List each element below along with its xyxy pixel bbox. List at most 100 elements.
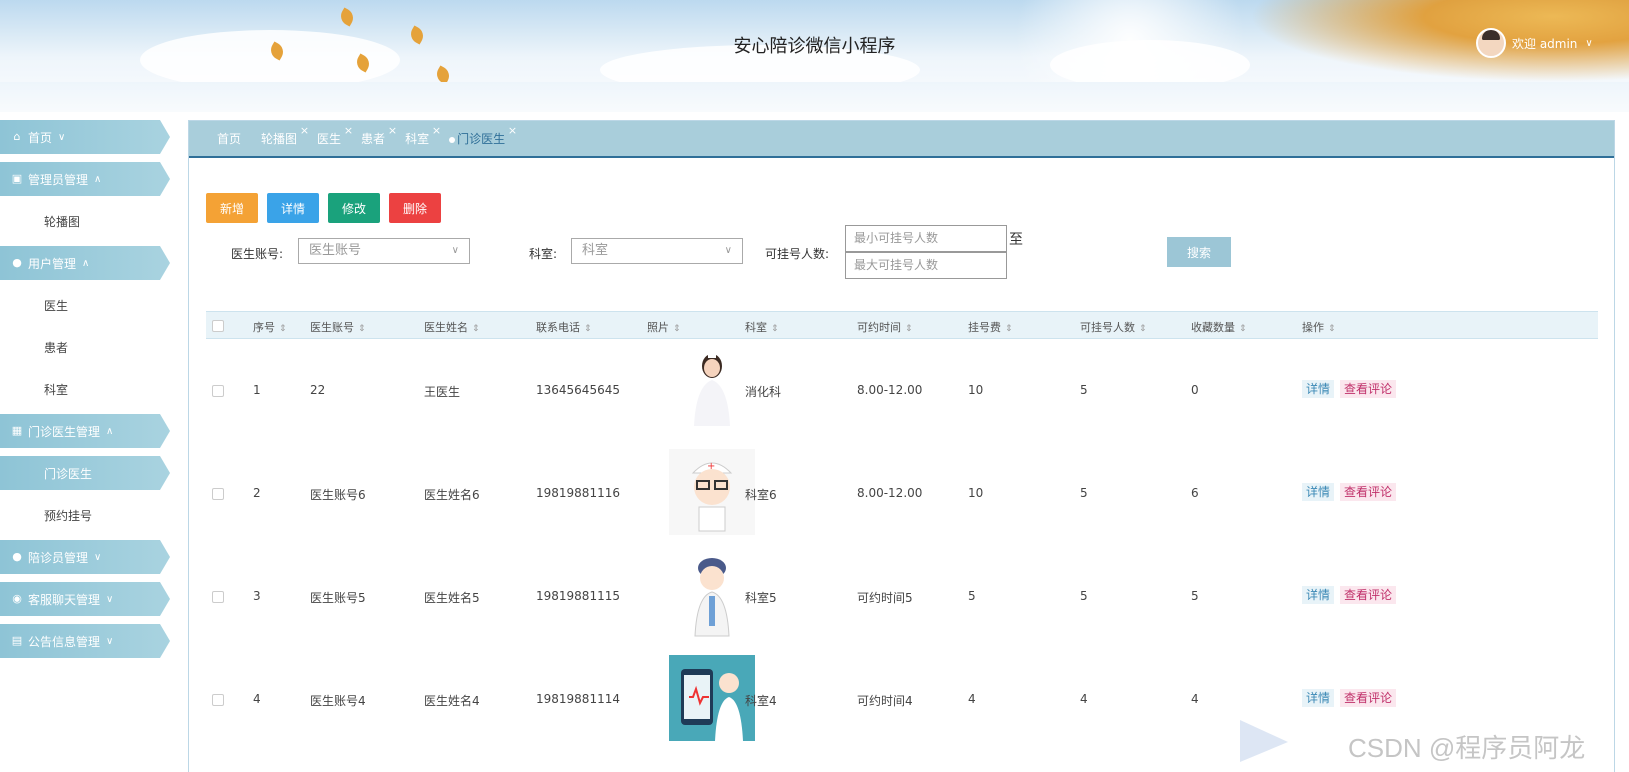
- tab-2[interactable]: 医生 ×: [317, 124, 353, 147]
- range-to-label: 至: [1009, 232, 1023, 248]
- cell-dept: 科室5: [745, 591, 777, 605]
- sidebar-menu-label: 门诊医生管理: [28, 424, 101, 439]
- tab-0[interactable]: 首页: [217, 130, 241, 147]
- sidebar-menu-11[interactable]: ◉ 客服聊天管理 ∨: [0, 582, 170, 616]
- row-comment-button[interactable]: 查看评论: [1340, 689, 1397, 707]
- sidebar-menu-0[interactable]: ⌂ 首页 ∨: [0, 120, 170, 154]
- edit-button[interactable]: 修改: [328, 193, 380, 223]
- table-row[interactable]: 3 医生账号5 医生姓名5 19819881115 科室5 可约时间5 5 5 5 详情 查看评论: [206, 545, 1598, 648]
- sort-icon[interactable]: ⇕: [1139, 324, 1147, 334]
- chevron-up-icon: ∧: [82, 257, 90, 269]
- column-header[interactable]: 序号 ⇕: [253, 319, 287, 335]
- row-comment-button[interactable]: 查看评论: [1340, 380, 1397, 398]
- chevron-up-icon: ∧: [106, 425, 114, 437]
- sidebar-menu-label: 用户管理: [28, 256, 77, 271]
- cell-time: 可约时间4: [857, 694, 913, 708]
- sidebar-item-5[interactable]: 患者: [0, 330, 172, 364]
- chevron-down-icon: ∨: [1585, 37, 1593, 49]
- select-all-checkbox[interactable]: [212, 320, 224, 332]
- sort-icon[interactable]: ⇕: [673, 324, 681, 334]
- row-checkbox[interactable]: [212, 591, 224, 603]
- close-icon[interactable]: ×: [508, 124, 517, 137]
- sidebar-menu-12[interactable]: ▤ 公告信息管理 ∨: [0, 624, 170, 658]
- chevron-down-icon: ∨: [451, 245, 459, 256]
- sidebar-item-8[interactable]: 门诊医生: [0, 456, 170, 490]
- sort-icon[interactable]: ⇕: [1239, 324, 1247, 334]
- column-header[interactable]: 医生姓名 ⇕: [424, 319, 480, 335]
- add-button[interactable]: 新增: [206, 193, 258, 223]
- sort-icon[interactable]: ⇕: [584, 324, 592, 334]
- sort-icon[interactable]: ⇕: [1328, 324, 1336, 334]
- cell-dept: 科室4: [745, 694, 777, 708]
- column-header[interactable]: 联系电话 ⇕: [536, 319, 592, 335]
- max-count-input[interactable]: 最大可挂号人数: [845, 252, 1007, 279]
- chevron-down-icon: ∨: [724, 245, 732, 256]
- row-detail-button[interactable]: 详情: [1302, 586, 1335, 604]
- leaf-decoration: [337, 7, 357, 27]
- user-menu[interactable]: 欢迎 admin ∨: [1476, 28, 1593, 58]
- tab-label: 科室: [405, 132, 430, 146]
- row-checkbox[interactable]: [212, 385, 224, 397]
- sort-icon[interactable]: ⇕: [279, 324, 287, 334]
- column-header[interactable]: 可约时间 ⇕: [857, 319, 913, 335]
- sort-icon[interactable]: ⇕: [771, 324, 779, 334]
- account-label: 医生账号:: [231, 247, 284, 261]
- sort-icon[interactable]: ⇕: [472, 324, 480, 334]
- row-checkbox[interactable]: [212, 694, 224, 706]
- sidebar-item-4[interactable]: 医生: [0, 288, 172, 322]
- column-header-label: 医生账号: [310, 321, 354, 334]
- row-detail-button[interactable]: 详情: [1302, 689, 1335, 707]
- column-header-label: 序号: [253, 321, 275, 334]
- column-header[interactable]: 挂号费 ⇕: [968, 319, 1013, 335]
- close-icon[interactable]: ×: [432, 124, 441, 137]
- tab-label: 医生: [317, 132, 342, 146]
- sidebar-menu-10[interactable]: ● 陪诊员管理 ∨: [0, 540, 170, 574]
- min-count-input[interactable]: 最小可挂号人数: [845, 225, 1007, 252]
- tab-3[interactable]: 患者 ×: [361, 124, 397, 147]
- sidebar-item-9[interactable]: 预约挂号: [0, 498, 172, 532]
- column-header[interactable]: 操作 ⇕: [1302, 319, 1336, 335]
- column-header[interactable]: 可挂号人数 ⇕: [1080, 319, 1147, 335]
- row-detail-button[interactable]: 详情: [1302, 380, 1335, 398]
- table-row[interactable]: 1 22 王医生 13645645645 消化科 8.00-12.00 10 5 0 详情 查看评论: [206, 339, 1598, 442]
- cell-no: 2: [253, 486, 261, 500]
- sidebar-menu-label: 公告信息管理: [28, 634, 101, 649]
- tab-4[interactable]: 科室 ×: [405, 124, 441, 147]
- cell-dept: 消化科: [745, 385, 782, 399]
- cell-no: 4: [253, 692, 261, 706]
- account-select[interactable]: 医生账号 ∨: [298, 238, 470, 264]
- sidebar-menu-7[interactable]: ▦ 门诊医生管理 ∧: [0, 414, 170, 448]
- sort-icon[interactable]: ⇕: [358, 324, 366, 334]
- search-button[interactable]: 搜索: [1167, 237, 1231, 267]
- tab-5[interactable]: 门诊医生 ×: [449, 124, 517, 147]
- row-comment-button[interactable]: 查看评论: [1340, 483, 1397, 501]
- delete-button[interactable]: 删除: [389, 193, 441, 223]
- detail-button[interactable]: 详情: [267, 193, 319, 223]
- sidebar-item-2[interactable]: 轮播图: [0, 204, 172, 238]
- gift-icon: ▣: [11, 172, 23, 185]
- cell-no: 3: [253, 589, 261, 603]
- table-row[interactable]: 2 医生账号6 医生姓名6 19819881116 + 科室6 8.00-12.00 10 5 6…: [206, 442, 1598, 545]
- tab-1[interactable]: 轮播图 ×: [261, 124, 309, 147]
- column-header[interactable]: 收藏数量 ⇕: [1191, 319, 1247, 335]
- dept-select[interactable]: 科室 ∨: [571, 238, 743, 264]
- close-icon[interactable]: ×: [300, 124, 309, 137]
- sidebar-menu-3[interactable]: ● 用户管理 ∧: [0, 246, 170, 280]
- avatar: [1476, 28, 1506, 58]
- sidebar-menu-1[interactable]: ▣ 管理员管理 ∧: [0, 162, 170, 196]
- column-header[interactable]: 科室 ⇕: [745, 319, 779, 335]
- column-header[interactable]: 照片 ⇕: [647, 319, 681, 335]
- row-detail-button[interactable]: 详情: [1302, 483, 1335, 501]
- close-icon[interactable]: ×: [388, 124, 397, 137]
- cell-dept: 科室6: [745, 488, 777, 502]
- sidebar-item-6[interactable]: 科室: [0, 372, 172, 406]
- doctor-photo: [669, 552, 755, 638]
- row-checkbox[interactable]: [212, 488, 224, 500]
- row-comment-button[interactable]: 查看评论: [1340, 586, 1397, 604]
- close-icon[interactable]: ×: [344, 124, 353, 137]
- sort-icon[interactable]: ⇕: [1005, 324, 1013, 334]
- column-header[interactable]: 医生账号 ⇕: [310, 319, 366, 335]
- column-header-label: 收藏数量: [1191, 321, 1235, 334]
- sort-icon[interactable]: ⇕: [905, 324, 913, 334]
- cell-no: 1: [253, 383, 261, 397]
